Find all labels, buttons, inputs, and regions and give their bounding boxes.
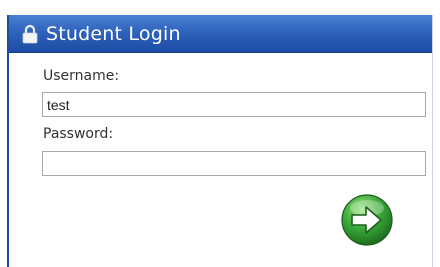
lock-icon bbox=[22, 24, 38, 44]
panel-titlebar: Student Login bbox=[9, 15, 432, 53]
panel-title: Student Login bbox=[46, 23, 181, 45]
username-input[interactable] bbox=[42, 92, 426, 117]
student-login-panel: Student Login Username: Password: bbox=[7, 15, 433, 267]
password-input[interactable] bbox=[42, 151, 426, 176]
username-label: Username: bbox=[43, 68, 120, 84]
password-label: Password: bbox=[43, 126, 114, 142]
login-submit-button[interactable] bbox=[340, 193, 394, 247]
